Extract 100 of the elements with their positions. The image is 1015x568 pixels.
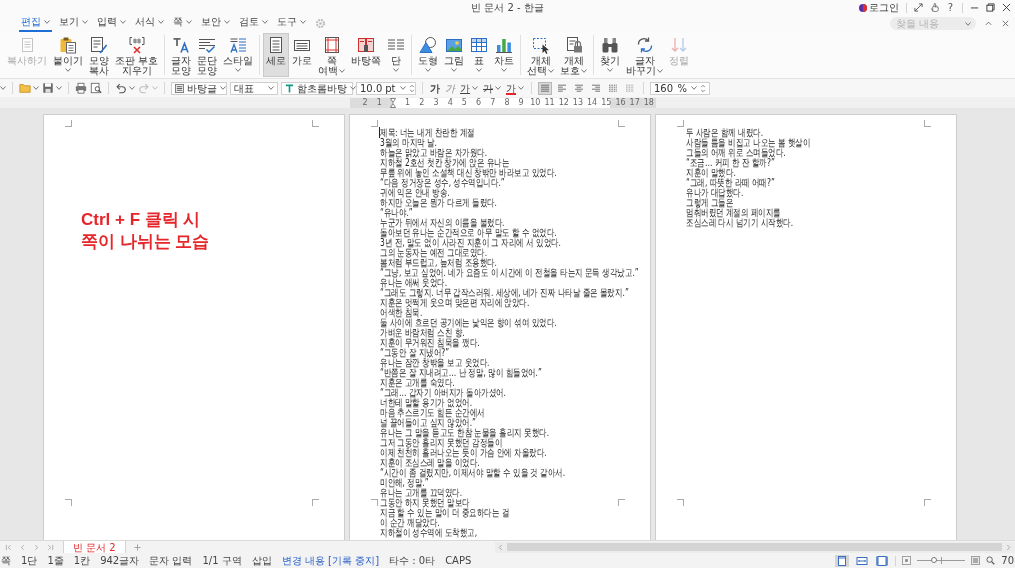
paragraph-style-icon (175, 83, 184, 93)
restore-icon[interactable] (986, 3, 995, 12)
landscape-button[interactable]: 가로 (289, 33, 316, 77)
replace-arrows-icon (635, 36, 654, 54)
login-button[interactable]: 로그인 (858, 1, 899, 14)
scrollbar-thumb[interactable] (507, 543, 1002, 551)
indent-marker-icon[interactable] (390, 97, 397, 108)
text-line: 조심스레 다시 넘기기 시작했다. (686, 218, 794, 228)
print-button[interactable] (75, 81, 87, 95)
zoom-field[interactable]: 160 % (650, 81, 710, 95)
next-tab-icon[interactable] (33, 543, 40, 551)
slider-thumb[interactable] (931, 557, 938, 563)
print-preview-icon (90, 82, 102, 94)
menu-tab[interactable]: 서식 (133, 15, 166, 32)
ruler-number: 9 (517, 97, 525, 108)
expand-icon[interactable] (913, 3, 923, 12)
text-line: “그동안 잘 지냈어?” (380, 348, 449, 358)
align-button[interactable] (538, 81, 552, 95)
style-type-dropdown[interactable]: 대표 (230, 81, 278, 95)
underline-button[interactable]: 가 (459, 81, 479, 95)
bold-button[interactable]: 가 (429, 81, 441, 95)
font-dropdown[interactable]: 함초롬바탕 (281, 81, 353, 95)
chart-button[interactable]: 차트 (491, 33, 518, 77)
magnifier-icon[interactable] (986, 556, 996, 565)
character-format-button[interactable]: 글자 모양 (168, 33, 195, 77)
menu-tab[interactable]: 검토 (237, 15, 270, 32)
font-color-button[interactable]: 가 (505, 81, 525, 95)
text-line: 3년 전, 말도 없이 사라진 지훈이 그 자리에 서 있었다. (380, 238, 561, 248)
first-tab-icon[interactable] (5, 543, 12, 551)
text-line: 유나는 고개를 끄덕였다. (380, 488, 463, 498)
master-page-button[interactable]: 바탕쪽 (348, 33, 385, 77)
last-tab-icon[interactable] (47, 543, 54, 551)
touch-hand-icon[interactable] (929, 3, 939, 12)
caret-icon (300, 20, 306, 24)
print-preview-button[interactable] (90, 81, 102, 95)
format-copy-button[interactable]: 모양 복사 (86, 33, 112, 77)
corner-mark-icon (677, 499, 684, 506)
replace-button[interactable]: 글자 바꾸기 (623, 33, 667, 77)
clear-marks-button[interactable]: 조판 부호 지우기 (112, 33, 162, 77)
strikethrough-button[interactable]: 가 (482, 81, 502, 95)
master-page-icon (357, 36, 376, 54)
font-size-field[interactable]: 10.0 pt (356, 81, 416, 95)
chevron-up-icon[interactable] (984, 19, 993, 28)
picture-button[interactable]: 그림 (441, 33, 468, 77)
page-width-icon[interactable] (855, 554, 870, 567)
menu-tab[interactable]: 쪽 (171, 15, 194, 32)
spinner-icon[interactable] (700, 82, 706, 94)
page-view-icon[interactable] (835, 554, 850, 567)
text-line: 지훈이 말했다. (686, 168, 736, 178)
text-line: 귀에 익은 안내 방송. (380, 188, 450, 198)
previous-tab-icon[interactable] (19, 543, 26, 551)
menu-tab[interactable]: 보안 (199, 15, 232, 32)
shape-button[interactable]: 도형 (415, 33, 442, 77)
close-icon[interactable] (1002, 3, 1011, 12)
change-tracking-link[interactable]: 변경 내용 [기록 중지] (281, 554, 380, 567)
gear-icon[interactable] (315, 18, 326, 29)
caret-icon (548, 69, 555, 73)
columns-button[interactable]: 단 (384, 33, 409, 77)
text-line: 3월의 마지막 날. (380, 138, 437, 148)
table-button[interactable]: 표 (467, 33, 492, 77)
annotation-text: Ctrl + F 클릭 시 쪽이 나뉘는 모습 (81, 209, 210, 253)
text-line: 그의 눈동자는 예전 그대로였다. (380, 248, 488, 258)
help-button[interactable]: ? (945, 1, 955, 14)
text-line: 두 사람은 함께 내렸다. (686, 128, 764, 138)
ruler-number: 17 (628, 97, 641, 108)
zoom-in-icon[interactable] (971, 556, 981, 565)
save-button[interactable] (42, 81, 62, 95)
menu-tab[interactable]: 입력 (95, 15, 128, 32)
ruler-number: 10 (529, 97, 542, 108)
text-line: 누군가 뒤에서 자신의 이름을 불렀다. (380, 218, 505, 228)
object-protect-button[interactable]: 개체 보호 (557, 33, 591, 77)
spinner-icon[interactable] (408, 82, 415, 94)
caret-icon (152, 86, 158, 90)
ruler-number: 12 (557, 97, 570, 108)
paste-button[interactable]: 붙이기 (50, 33, 86, 77)
ruler-number: 3 (432, 97, 440, 108)
style-dropdown[interactable]: 바탕글 (171, 81, 227, 95)
zoom-out-icon[interactable] (902, 556, 912, 565)
text-line: 유나는 애써 웃었다. (380, 278, 448, 288)
portrait-button[interactable]: 세로 (263, 33, 290, 77)
caret-icon (501, 68, 508, 72)
paragraph-format-button[interactable]: 문단 모양 (194, 33, 221, 77)
italic-button[interactable]: 가 (444, 81, 456, 95)
page-margins-button[interactable]: 쪽 여백 (315, 33, 349, 77)
document-tab[interactable]: 빈 문서 2 (63, 541, 126, 553)
find-button[interactable]: 찾기 (597, 33, 624, 77)
style-button[interactable]: 스타일 (220, 33, 257, 77)
undo-button[interactable] (115, 81, 135, 95)
caret-icon (262, 20, 268, 24)
scroll-left-icon[interactable] (498, 543, 503, 551)
menu-tab[interactable]: 보기 (57, 15, 90, 32)
scroll-right-icon[interactable] (1006, 543, 1011, 551)
add-tab-icon[interactable] (133, 543, 141, 551)
picture-icon (445, 36, 464, 54)
menu-tab[interactable]: 도구 (275, 15, 308, 32)
binoculars-icon (601, 36, 620, 54)
close-icon[interactable] (1001, 19, 1010, 28)
object-select-button[interactable]: 개체 선택 (524, 33, 558, 77)
full-page-icon[interactable] (875, 554, 890, 567)
horizontal-scrollbar[interactable] (495, 541, 1015, 553)
